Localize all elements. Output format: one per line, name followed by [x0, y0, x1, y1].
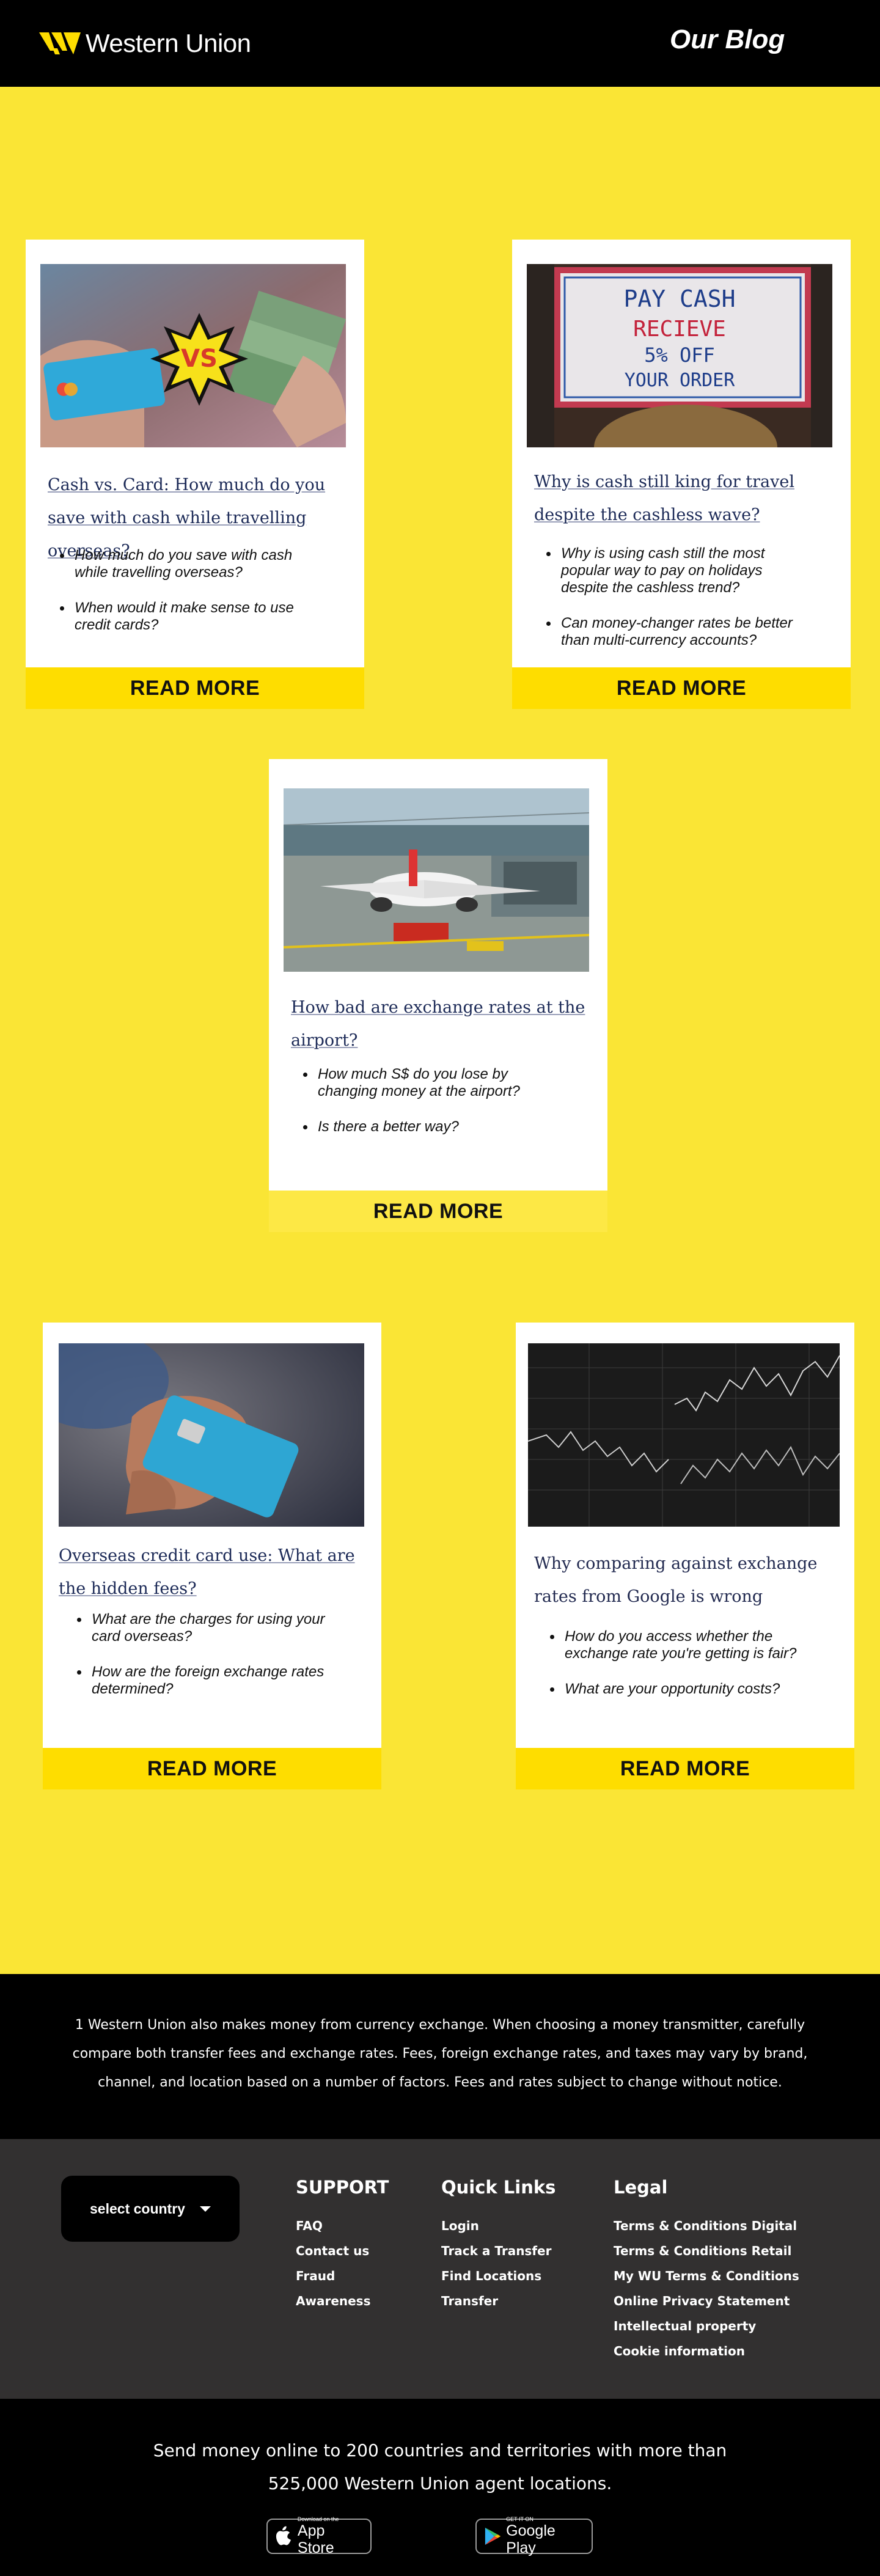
cash-vs-card-image: VS — [40, 264, 346, 447]
vs-badge-text: VS — [181, 345, 218, 373]
google-play-small: GET IT ON — [506, 2516, 534, 2522]
bullet-item: Can money-changer rates be better than m… — [546, 615, 809, 649]
blog-card-cash-vs-card: VS Cash vs. Card: How much do you save w… — [26, 240, 364, 709]
blog-card-credit-card-fees: Overseas credit card use: What are the h… — [43, 1323, 381, 1789]
bullet-item: Why is using cash still the most popular… — [546, 545, 809, 596]
bullet-list: Why is using cash still the most popular… — [546, 545, 809, 667]
blog-title-link[interactable]: Why is cash still king for travel despit… — [534, 466, 834, 532]
footer-link-login[interactable]: Login — [441, 2214, 556, 2239]
app-store-badge[interactable]: Download on the App Store — [266, 2516, 372, 2556]
stock-chart-screen-image — [528, 1343, 840, 1527]
sign-line: YOUR ORDER — [625, 370, 736, 391]
read-more-button[interactable]: READ MORE — [43, 1748, 381, 1789]
agent-locations-text: Send money online to 200 countries and t… — [153, 2440, 727, 2493]
legal-heading: Legal — [614, 2177, 668, 2198]
quick-links-heading: Quick Links — [441, 2177, 556, 2198]
page-title: Our Blog — [670, 24, 785, 54]
bullet-item: What are the charges for using your card… — [77, 1611, 340, 1645]
blog-title[interactable]: Why comparing against exchange rates fro… — [534, 1547, 834, 1613]
country-select[interactable]: select country — [61, 2176, 240, 2242]
blog-card-google-rates: Why comparing against exchange rates fro… — [516, 1323, 854, 1789]
read-more-button[interactable]: READ MORE — [516, 1748, 854, 1789]
read-more-button[interactable]: READ MORE — [512, 667, 851, 709]
footer-link-ip[interactable]: Intellectual property — [614, 2314, 799, 2339]
google-play-big: Google Play — [506, 2522, 556, 2556]
footer-support-column: SUPPORT FAQ Contact us Fraud Awareness — [296, 2177, 389, 2314]
footer-link-locations[interactable]: Find Locations — [441, 2264, 556, 2289]
blog-grid: VS Cash vs. Card: How much do you save w… — [0, 87, 880, 1974]
app-download-bar: Send money online to 200 countries and t… — [0, 2399, 880, 2576]
footer-legal-column: Legal Terms & Conditions Digital Terms &… — [614, 2177, 799, 2364]
fx-disclaimer: 1 Western Union also makes money from cu… — [0, 1974, 880, 2139]
footer-link-track[interactable]: Track a Transfer — [441, 2239, 556, 2264]
app-store-small: Download on the — [297, 2516, 339, 2522]
google-play-badge[interactable]: GET IT ON Google Play — [475, 2516, 593, 2556]
bullet-item: How much S$ do you lose by changing mone… — [303, 1066, 566, 1100]
footer-link-privacy[interactable]: Online Privacy Statement — [614, 2289, 799, 2314]
bullet-item: How much do you save with cash while tra… — [60, 547, 323, 581]
bullet-list: How do you access whether the exchange r… — [550, 1628, 813, 1716]
footer-quick-links-column: Quick Links Login Track a Transfer Find … — [441, 2177, 556, 2314]
footer-link-terms-retail[interactable]: Terms & Conditions Retail — [614, 2239, 799, 2264]
disclaimer-text: 1 Western Union also makes money from cu… — [72, 2017, 808, 2090]
footer-link-transfer[interactable]: Transfer — [441, 2289, 556, 2314]
bullet-list: How much S$ do you lose by changing mone… — [303, 1066, 566, 1154]
bullet-list: What are the charges for using your card… — [77, 1611, 340, 1716]
blog-card-cash-king: PAY CASH RECIEVE 5% OFF YOUR ORDER Why i… — [512, 240, 851, 709]
footer-link-cookies[interactable]: Cookie information — [614, 2339, 799, 2364]
bullet-list: How much do you save with cash while tra… — [60, 547, 323, 652]
wu-logo-icon — [39, 32, 81, 54]
brand-name: Western Union — [86, 29, 251, 57]
footer-link-faq[interactable]: FAQ — [296, 2214, 389, 2239]
bullet-item: How do you access whether the exchange r… — [550, 1628, 813, 1662]
bullet-item: What are your opportunity costs? — [550, 1681, 813, 1698]
site-header: Western Union Our Blog — [0, 0, 880, 87]
pay-cash-sign-image: PAY CASH RECIEVE 5% OFF YOUR ORDER — [527, 264, 832, 447]
read-more-button[interactable]: READ MORE — [26, 667, 364, 709]
credit-card-hand-image — [59, 1343, 364, 1527]
footer-link-fraud[interactable]: Fraud — [296, 2264, 389, 2289]
support-heading: SUPPORT — [296, 2177, 389, 2198]
caret-down-icon — [199, 2206, 211, 2212]
apple-icon — [276, 2526, 292, 2545]
blog-title-link[interactable]: How bad are exchange rates at the airpor… — [291, 991, 590, 1057]
site-footer: select country SUPPORT FAQ Contact us Fr… — [0, 2139, 880, 2399]
sign-line: 5% OFF — [644, 343, 715, 367]
footer-link-mywu-terms[interactable]: My WU Terms & Conditions — [614, 2264, 799, 2289]
footer-link-awareness[interactable]: Awareness — [296, 2289, 389, 2314]
sign-line: RECIEVE — [633, 317, 726, 342]
bullet-item: Is there a better way? — [303, 1118, 566, 1136]
blog-title-link[interactable]: Overseas credit card use: What are the h… — [59, 1539, 358, 1605]
western-union-logo[interactable]: Western Union — [39, 28, 251, 59]
google-play-icon — [485, 2527, 501, 2545]
airport-airplane-image — [284, 788, 589, 972]
blog-card-airport-rates: How bad are exchange rates at the airpor… — [269, 759, 607, 1232]
footer-link-terms-digital[interactable]: Terms & Conditions Digital — [614, 2214, 799, 2239]
country-select-label: select country — [90, 2200, 185, 2217]
bullet-item: How are the foreign exchange rates deter… — [77, 1664, 340, 1698]
read-more-button[interactable]: READ MORE — [269, 1191, 607, 1232]
bullet-item: When would it make sense to use credit c… — [60, 600, 323, 634]
sign-line: PAY CASH — [623, 285, 735, 312]
app-store-big: App Store — [297, 2522, 334, 2556]
footer-link-contact[interactable]: Contact us — [296, 2239, 389, 2264]
